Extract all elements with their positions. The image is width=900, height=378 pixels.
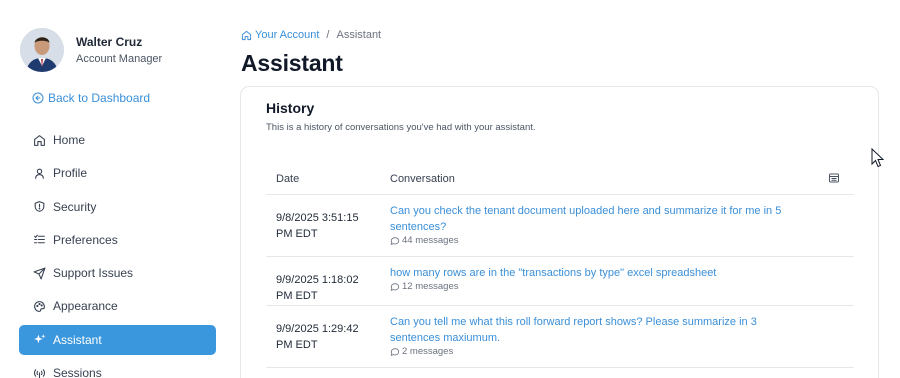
sidebar-item-label: Assistant <box>53 332 102 347</box>
sidebar-item-preferences[interactable]: Preferences <box>19 225 216 255</box>
row-date-line: PM EDT <box>276 228 318 240</box>
page-title: Assistant <box>241 50 343 76</box>
breadcrumb: Your Account / Assistant <box>241 29 381 41</box>
conversation-line: Can you check the tenant document upload… <box>390 205 782 217</box>
column-header-date: Date <box>276 172 300 185</box>
sidebar-item-label: Sessions <box>53 366 102 378</box>
mouse-cursor-icon <box>871 147 885 173</box>
message-bubble-icon <box>390 236 400 245</box>
conversation-line: how many rows are in the "transactions b… <box>390 267 717 279</box>
message-count: 2 messages <box>390 346 854 357</box>
back-to-dashboard-label: Back to Dashboard <box>48 91 151 105</box>
history-title: History <box>266 100 315 116</box>
row-date-line: PM EDT <box>276 339 318 351</box>
message-count: 44 messages <box>390 235 854 246</box>
table-columns-icon[interactable] <box>828 172 840 187</box>
table-row: 9/9/2025 1:18:02 PM EDT how many rows ar… <box>266 257 854 306</box>
sidebar-item-label: Profile <box>53 166 88 181</box>
conversation-line: Can you tell me what this roll forward r… <box>390 316 757 328</box>
palette-icon <box>32 299 46 313</box>
avatar <box>20 28 64 72</box>
sidebar-item-label: Appearance <box>53 299 118 314</box>
history-card: History This is a history of conversatio… <box>240 86 879 378</box>
antenna-icon <box>32 366 46 378</box>
message-count-label: 12 messages <box>402 281 459 292</box>
row-conversation: Can you tell me what this roll forward r… <box>390 314 854 367</box>
conversation-link[interactable]: how many rows are in the "transactions b… <box>390 265 854 281</box>
list-settings-icon <box>32 233 46 247</box>
row-date: 9/9/2025 1:29:42 PM EDT <box>266 314 390 367</box>
sidebar-item-security[interactable]: Security <box>19 192 216 222</box>
send-icon <box>32 266 46 280</box>
history-table: Date Conversation 9/8/2025 3:51:15 PM ED… <box>266 163 854 368</box>
message-bubble-icon <box>390 282 400 291</box>
column-header-conversation: Conversation <box>390 172 455 185</box>
row-date-line: 9/8/2025 3:51:15 <box>276 212 359 224</box>
shield-icon <box>32 200 46 214</box>
table-header: Date Conversation <box>266 163 854 195</box>
sidebar-nav: Home Profile Security Preferences Suppor… <box>19 125 216 378</box>
back-to-dashboard-link[interactable]: Back to Dashboard <box>32 91 150 105</box>
user-name: Walter Cruz <box>76 34 143 49</box>
sidebar: Walter Cruz Account Manager Back to Dash… <box>0 0 230 378</box>
message-count-label: 2 messages <box>402 346 454 357</box>
row-date: 9/8/2025 3:51:15 PM EDT <box>266 203 390 256</box>
arrow-left-circle-icon <box>32 92 44 104</box>
sidebar-item-profile[interactable]: Profile <box>19 158 216 188</box>
message-bubble-icon <box>390 347 400 356</box>
sidebar-item-label: Support Issues <box>53 266 134 281</box>
sidebar-item-appearance[interactable]: Appearance <box>19 291 216 321</box>
row-conversation: how many rows are in the "transactions b… <box>390 265 854 305</box>
sparkles-icon <box>32 333 46 347</box>
table-row: 9/8/2025 3:51:15 PM EDT Can you check th… <box>266 195 854 257</box>
message-count: 12 messages <box>390 281 854 292</box>
conversation-line: sentences? <box>390 221 447 233</box>
row-conversation: Can you check the tenant document upload… <box>390 203 854 256</box>
sidebar-item-label: Home <box>53 133 86 147</box>
sidebar-item-assistant[interactable]: Assistant <box>19 324 216 355</box>
history-subtitle: This is a history of conversations you'v… <box>266 122 536 133</box>
conversation-line: sentences maxiumum. <box>390 332 501 344</box>
row-date-line: PM EDT <box>276 290 318 302</box>
breadcrumb-separator: / <box>326 29 330 41</box>
breadcrumb-current: Assistant <box>336 29 382 41</box>
conversation-link[interactable]: Can you check the tenant document upload… <box>390 203 854 235</box>
user-icon <box>32 166 46 180</box>
conversation-link[interactable]: Can you tell me what this roll forward r… <box>390 314 854 346</box>
sidebar-item-label: Preferences <box>53 232 118 247</box>
user-role: Account Manager <box>76 52 163 65</box>
sidebar-item-label: Security <box>53 199 97 214</box>
table-row: 9/9/2025 1:29:42 PM EDT Can you tell me … <box>266 306 854 368</box>
user-profile: Walter Cruz Account Manager <box>20 28 162 72</box>
message-count-label: 44 messages <box>402 235 459 246</box>
sidebar-item-support-issues[interactable]: Support Issues <box>19 258 216 288</box>
breadcrumb-root-label: Your Account <box>255 29 320 41</box>
breadcrumb-your-account[interactable]: Your Account <box>241 29 319 41</box>
home-icon <box>32 133 46 147</box>
row-date-line: 9/9/2025 1:18:02 <box>276 274 359 286</box>
sidebar-item-sessions[interactable]: Sessions <box>19 358 216 378</box>
sidebar-item-home[interactable]: Home <box>19 125 216 155</box>
row-date-line: 9/9/2025 1:29:42 <box>276 323 359 335</box>
row-date: 9/9/2025 1:18:02 PM EDT <box>266 265 390 305</box>
home-icon <box>241 30 252 40</box>
